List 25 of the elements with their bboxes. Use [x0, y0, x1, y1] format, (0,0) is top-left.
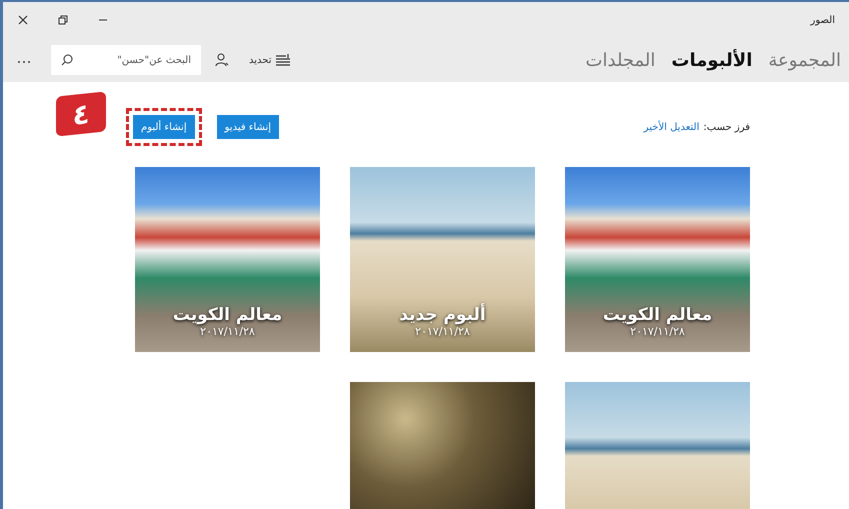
close-icon[interactable] — [18, 15, 28, 25]
album-title: معالم الكويت — [172, 305, 282, 325]
window-title: الصور — [810, 14, 835, 26]
search-field[interactable]: البحث عن"حسن" — [51, 45, 201, 75]
album-date: ٢٠١٧/١١/٢٨ — [630, 325, 685, 338]
nav-tab[interactable]: المجلدات — [586, 50, 656, 70]
sort-link[interactable]: التعديل الأخير — [644, 122, 700, 132]
sort-label: فرز حسب: — [703, 122, 750, 132]
create-button[interactable]: إنشاء ألبوم — [133, 115, 195, 139]
select-button[interactable]: تحديد — [243, 53, 296, 67]
album-tile[interactable]: معالم الكويت ٢٠١٧/١١/٢٨ — [565, 167, 750, 352]
album-tile[interactable]: ألبوم جديد ٢٠١٧/١١/٢٨ — [350, 167, 535, 352]
step-badge: ٤ — [56, 91, 106, 137]
restore-icon[interactable] — [58, 15, 68, 25]
nav-tab[interactable]: الألبومات — [671, 50, 752, 70]
album-tile[interactable]: معالم الكويت ٢٠١٧/١١/٢٨ — [135, 167, 320, 352]
search-icon — [61, 54, 73, 66]
create-button[interactable]: إنشاء فيديو — [216, 115, 280, 139]
album-title: معالم الكويت — [602, 305, 712, 325]
album-title: ألبوم جديد — [399, 305, 486, 325]
album-date: ٢٠١٧/١١/٢٨ — [415, 325, 470, 338]
album-date: ٢٠١٧/١١/٢٨ — [200, 325, 255, 338]
nav-tab[interactable]: المجموعة — [768, 50, 841, 70]
person-icon[interactable] — [215, 53, 229, 67]
list-icon — [276, 54, 290, 66]
